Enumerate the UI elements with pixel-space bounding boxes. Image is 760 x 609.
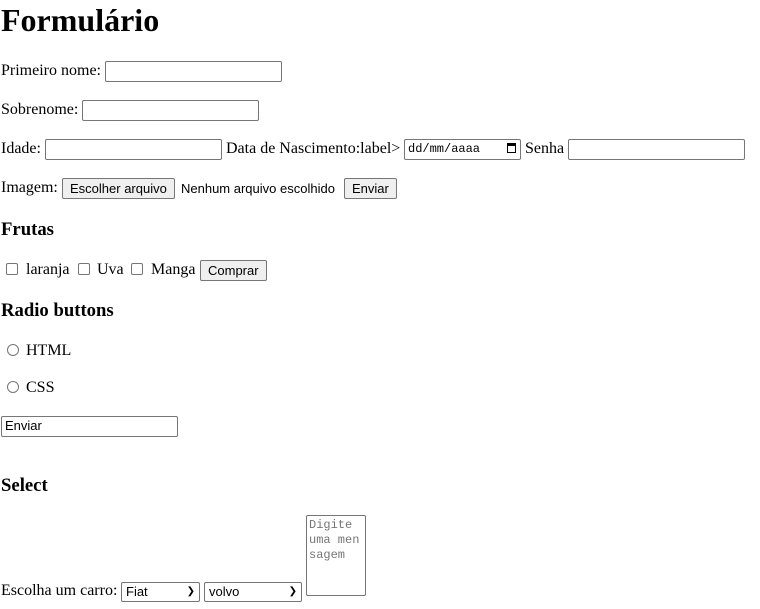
checkbox-label: Manga [151,261,196,278]
last-name-label: Sobrenome: [1,101,79,118]
first-name-label: Primeiro nome: [1,62,101,79]
first-name-input[interactable] [105,61,282,82]
checkbox-laranja[interactable] [6,263,18,275]
password-label: Senha [525,140,565,157]
buy-button[interactable]: Comprar [200,260,267,281]
age-label: Idade: [1,140,41,157]
last-name-input[interactable] [82,100,259,121]
submit-button[interactable]: Enviar [344,178,397,199]
checkbox-uva[interactable] [78,263,90,275]
radio-heading: Radio buttons [1,300,114,321]
page-title: Formulário [1,2,160,38]
message-textarea[interactable]: Digite uma mensagem [306,515,366,596]
textarea-placeholder: Digite uma mensagem [309,518,360,562]
chevron-down-icon: ❯ [186,586,195,597]
chevron-down-icon: ❯ [288,586,297,597]
calendar-icon[interactable] [507,143,516,153]
selected-value: Fiat [126,584,148,599]
age-input[interactable] [45,139,222,160]
radio-label: CSS [26,379,55,396]
password-input[interactable] [568,139,745,160]
checkbox-label: laranja [26,261,70,278]
fruits-heading: Frutas [1,219,54,240]
selected-value: volvo [209,584,240,599]
birth-date-label: Data de Nascimento:label> [226,140,401,157]
file-status: Nenhum arquivo escolhido [181,181,335,196]
select-heading: Select [1,475,48,496]
date-placeholder: dd/mm/aaaa [408,142,481,156]
car-select-2[interactable]: volvo ❯ [204,582,302,602]
radio-label: HTML [26,342,72,359]
checkbox-manga[interactable] [131,263,143,275]
car-select-label: Escolha um carro: [1,582,118,599]
choose-file-button[interactable]: Escolher arquivo [62,178,175,199]
car-select-1[interactable]: Fiat ❯ [121,582,200,602]
image-label: Imagem: [1,179,58,196]
text-input-enviar[interactable]: Enviar [1,416,178,437]
radio-html[interactable] [7,344,19,356]
radio-css[interactable] [7,381,19,393]
checkbox-label: Uva [97,261,124,278]
birth-date-input[interactable]: dd/mm/aaaa [404,139,521,160]
